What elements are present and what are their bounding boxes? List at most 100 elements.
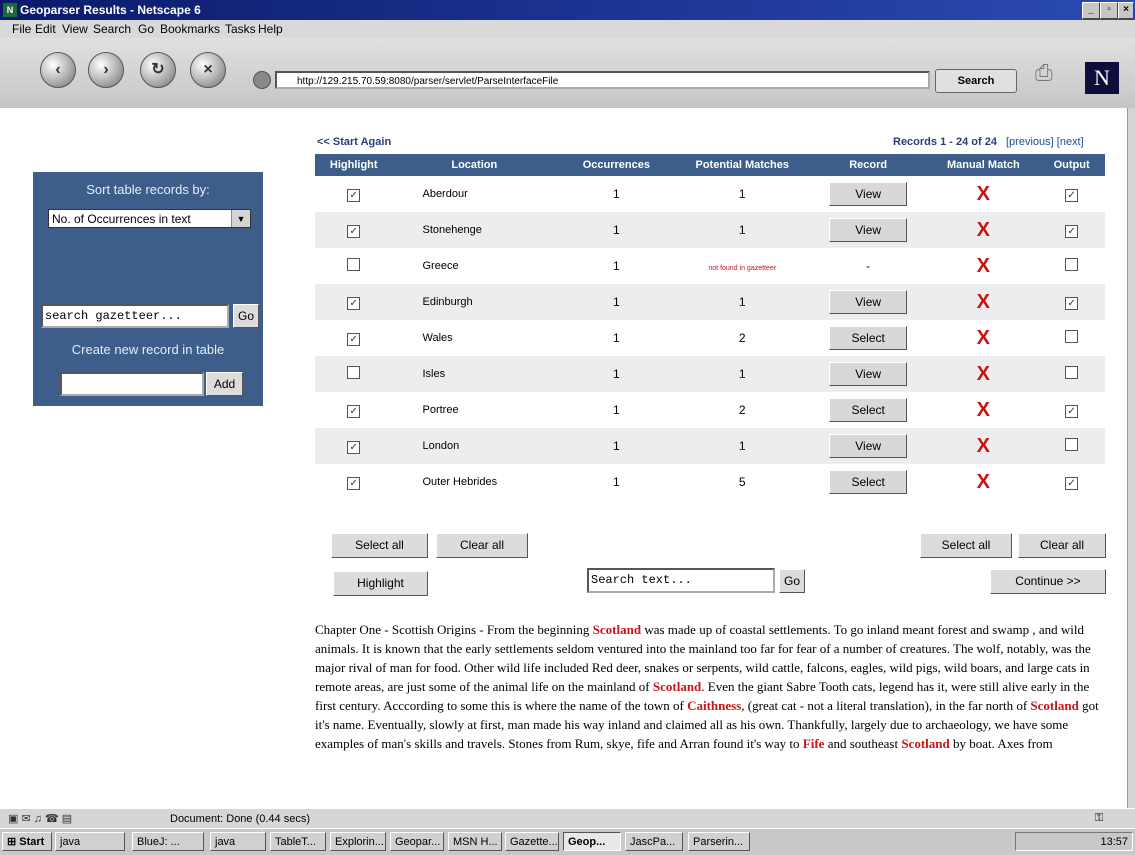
windows-taskbar: ⊞ Start java BlueJ: ... java TableT... Explo… (0, 828, 1135, 855)
menu-bookmarks[interactable]: Bookmarks (160, 22, 220, 36)
taskbar-item[interactable]: Parserin... (688, 832, 750, 851)
highlight-checkbox[interactable]: ✓ (347, 476, 361, 490)
new-record-input[interactable] (60, 372, 204, 396)
record-view-button[interactable]: View (829, 182, 908, 206)
highlight-checkbox[interactable]: ✓ (347, 224, 361, 238)
record-select-button[interactable]: Select (829, 470, 908, 494)
highlight-button[interactable]: Highlight (333, 571, 428, 596)
maximize-button[interactable]: ▫ (1100, 2, 1118, 19)
forward-icon[interactable]: › (88, 52, 124, 88)
potential-matches-value: 1 (738, 367, 746, 381)
menu-file[interactable]: File (12, 22, 31, 36)
start-again-link[interactable]: << Start Again (317, 136, 391, 148)
text-frame-scrollbar[interactable] (1127, 608, 1135, 808)
matches-cell: not found in gazetteer (677, 248, 808, 284)
taskbar-item[interactable]: Explorin... (330, 832, 386, 851)
taskbar-item[interactable]: java (210, 832, 266, 851)
record-select-button[interactable]: Select (829, 398, 908, 422)
manual-match-x-icon[interactable]: X (977, 327, 990, 349)
component-bar-icons[interactable]: ▣ ✉ ♫ ☎ ▤ (8, 812, 72, 825)
highlight-checkbox[interactable]: ✓ (347, 332, 361, 346)
highlight-checkbox[interactable] (347, 258, 361, 271)
taskbar-item[interactable]: BlueJ: ... (132, 832, 204, 851)
output-checkbox[interactable] (1065, 366, 1079, 379)
status-text: Document: Done (0.44 secs) (170, 813, 311, 825)
menu-tasks[interactable]: Tasks (225, 22, 256, 36)
output-checkbox[interactable]: ✓ (1065, 404, 1079, 418)
table-row: Isles 1 1 View X (315, 356, 1105, 392)
start-button[interactable]: ⊞ Start (2, 832, 52, 851)
manual-match-x-icon[interactable]: X (977, 399, 990, 421)
continue-button[interactable]: Continue >> (990, 569, 1106, 594)
previous-link[interactable]: [previous] (1006, 136, 1054, 148)
taskbar-item[interactable]: java (55, 832, 125, 851)
taskbar-item[interactable]: TableT... (270, 832, 326, 851)
output-checkbox[interactable] (1065, 258, 1079, 271)
reload-icon[interactable]: ↻ (140, 52, 176, 88)
occurrences-value: 1 (613, 259, 620, 273)
manual-match-x-icon[interactable]: X (977, 363, 990, 385)
taskbar-item[interactable]: MSN H... (448, 832, 502, 851)
menu-help[interactable]: Help (258, 22, 283, 36)
back-icon[interactable]: ‹ (40, 52, 76, 88)
taskbar-item[interactable]: Geop... (563, 832, 621, 851)
manual-match-x-icon[interactable]: X (977, 255, 990, 277)
sort-select[interactable]: No. of Occurrences in text ▼ (48, 209, 251, 228)
manual-match-x-icon[interactable]: X (977, 435, 990, 457)
record-select-button[interactable]: Select (829, 326, 908, 350)
taskbar-item[interactable]: Gazette... (505, 832, 559, 851)
menu-view[interactable]: View (62, 22, 88, 36)
gazetteer-go-button[interactable]: Go (233, 304, 259, 328)
netscape-logo[interactable]: N (1085, 62, 1119, 94)
highlight-cell: ✓ (315, 464, 392, 500)
search-text-go-button[interactable]: Go (779, 569, 805, 593)
record-view-button[interactable]: View (829, 290, 908, 314)
taskbar-item[interactable]: JascPa... (625, 832, 683, 851)
table-frame-scrollbar[interactable] (1127, 108, 1135, 608)
select-all-highlight-button[interactable]: Select all (331, 533, 428, 558)
highlighted-place-name: Scotland (901, 736, 950, 751)
add-record-button[interactable]: Add (206, 372, 243, 396)
record-view-button[interactable]: View (829, 434, 908, 458)
select-all-output-button[interactable]: Select all (920, 533, 1012, 558)
manual-match-x-icon[interactable]: X (977, 219, 990, 241)
highlight-checkbox[interactable]: ✓ (347, 440, 361, 454)
stop-icon[interactable]: × (190, 52, 226, 88)
next-link[interactable]: [next] (1057, 136, 1084, 148)
menu-edit[interactable]: Edit (35, 22, 56, 36)
address-bar[interactable]: http://129.215.70.59:8080/parser/servlet… (275, 71, 930, 89)
table-row: ✓ Portree 1 2 Select X ✓ (315, 392, 1105, 428)
output-checkbox[interactable]: ✓ (1065, 188, 1079, 202)
clear-all-highlight-button[interactable]: Clear all (436, 533, 528, 558)
manual-match-x-icon[interactable]: X (977, 183, 990, 205)
record-view-button[interactable]: View (829, 218, 908, 242)
menu-search[interactable]: Search (93, 22, 131, 36)
highlight-checkbox[interactable] (347, 366, 361, 379)
manual-match-x-icon[interactable]: X (977, 291, 990, 313)
window-title: Geoparser Results - Netscape 6 (20, 3, 201, 17)
close-button[interactable]: × (1118, 2, 1134, 19)
highlight-checkbox[interactable]: ✓ (347, 296, 361, 310)
minimize-button[interactable]: _ (1082, 2, 1100, 19)
manual-match-x-icon[interactable]: X (977, 471, 990, 493)
search-button[interactable]: Search (935, 69, 1017, 93)
output-checkbox[interactable] (1065, 330, 1079, 343)
gazetteer-search-input[interactable]: search gazetteer... (41, 304, 229, 328)
menu-go[interactable]: Go (138, 22, 154, 36)
output-checkbox[interactable]: ✓ (1065, 224, 1079, 238)
manual-match-cell: X (928, 176, 1038, 212)
chevron-down-icon[interactable]: ▼ (231, 210, 250, 227)
search-text-input[interactable]: Search text... (587, 568, 775, 593)
taskbar-item[interactable]: Geopar... (390, 832, 444, 851)
highlight-checkbox[interactable]: ✓ (347, 188, 361, 202)
output-checkbox[interactable]: ✓ (1065, 476, 1079, 490)
record-view-button[interactable]: View (829, 362, 908, 386)
output-checkbox[interactable]: ✓ (1065, 296, 1079, 310)
occurrences-value: 1 (613, 439, 620, 453)
highlight-checkbox[interactable]: ✓ (347, 404, 361, 418)
highlighted-place-name: Fife (802, 736, 825, 751)
print-icon[interactable]: ⎙ (1035, 60, 1075, 90)
output-checkbox[interactable] (1065, 438, 1079, 451)
clear-all-output-button[interactable]: Clear all (1018, 533, 1106, 558)
location-cell: Greece (392, 248, 556, 284)
